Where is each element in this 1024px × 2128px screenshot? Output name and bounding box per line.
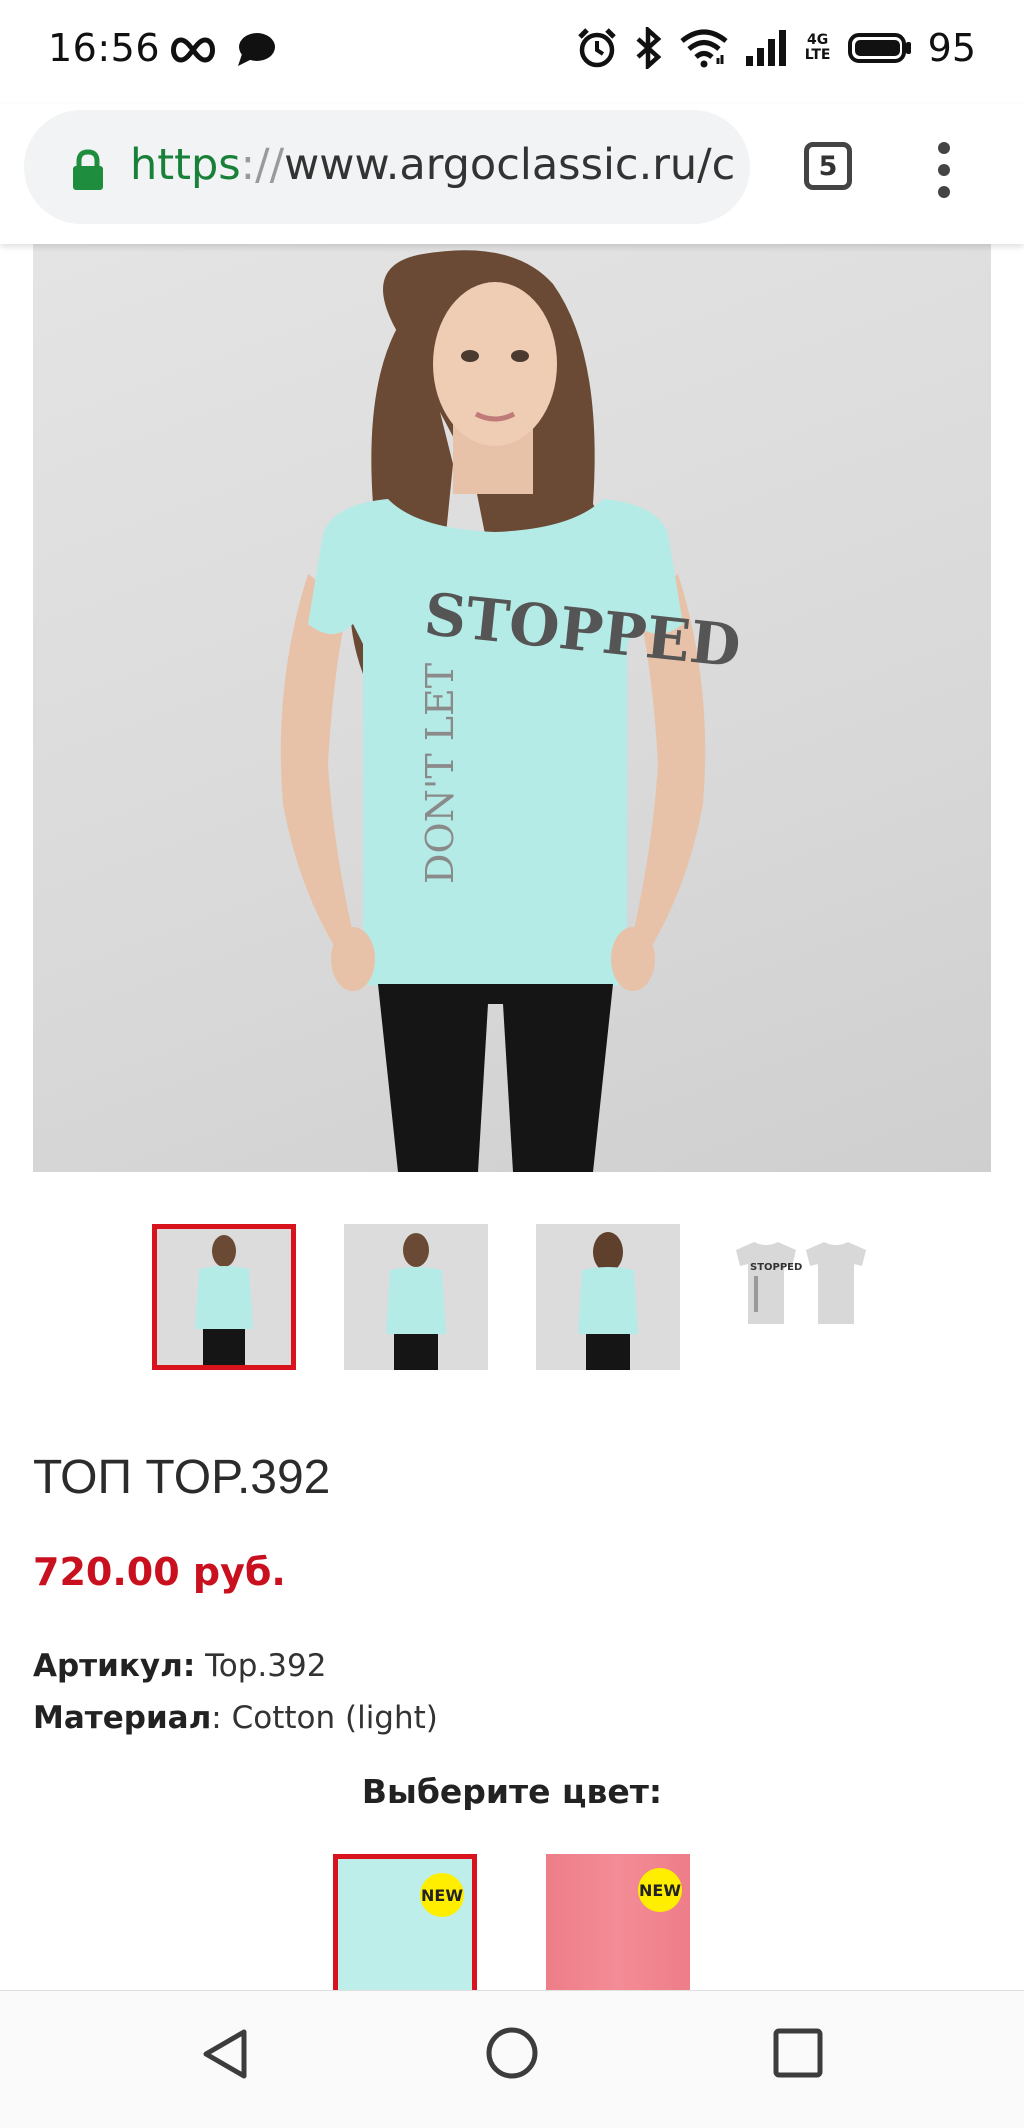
color-swatch-pink[interactable]: NEW — [546, 1854, 690, 1990]
material-row: Материал: Cotton (light) — [33, 1700, 438, 1736]
back-triangle-icon[interactable] — [200, 2027, 252, 2081]
lock-icon — [73, 149, 103, 190]
tab-switcher-button[interactable]: 5 — [800, 138, 854, 192]
product-title: ТОП TOP.392 — [33, 1451, 331, 1504]
infinity-icon — [171, 37, 215, 63]
thumbnail-photo — [157, 1229, 291, 1365]
thumbnail-flatlay: STOPPED — [736, 1242, 866, 1324]
signal-icon — [745, 30, 786, 66]
thumbnail-print: STOPPED — [750, 1262, 802, 1273]
battery-percentage: 95 — [927, 26, 976, 70]
new-badge: NEW — [638, 1868, 682, 1912]
menu-dot-icon — [938, 142, 950, 154]
url-separator: :// — [240, 140, 285, 190]
shirt-print-side: DON'T LET — [418, 663, 462, 884]
status-bar: 16:56 4G LTE 95 — [0, 0, 1024, 104]
color-swatch-mint[interactable]: NEW — [333, 1854, 477, 1990]
url-host: www.argoclassic.ru/c — [284, 140, 736, 190]
thumbnail-2[interactable] — [344, 1224, 488, 1370]
address-bar[interactable]: https://www.argoclassic.ru/c — [24, 110, 750, 224]
thumbnail-1[interactable] — [152, 1224, 296, 1370]
thumbnail-strip: STOPPED — [0, 1224, 1024, 1372]
thumbnail-4[interactable]: STOPPED — [728, 1224, 872, 1370]
chat-bubble-icon — [238, 33, 275, 66]
material-value: : Cotton (light) — [211, 1700, 438, 1736]
clock: 16:56 — [48, 26, 161, 70]
new-badge: NEW — [420, 1873, 464, 1917]
menu-dot-icon — [938, 186, 950, 198]
product-price: 720.00 руб. — [33, 1550, 286, 1594]
recents-square-icon[interactable] — [772, 2027, 824, 2079]
url-scheme: https — [130, 140, 241, 190]
thumbnail-photo — [536, 1224, 680, 1370]
thumbnail-photo — [344, 1224, 488, 1370]
bluetooth-icon — [636, 27, 662, 69]
product-main-image[interactable]: STOPPED DON'T LET — [33, 244, 991, 1172]
wifi-icon — [680, 29, 728, 68]
color-picker-heading: Выберите цвет: — [361, 1772, 663, 1811]
material-label: Материал — [33, 1700, 212, 1736]
browser-menu-button[interactable] — [922, 142, 966, 198]
home-circle-icon[interactable] — [484, 2025, 540, 2081]
article-label: Артикул: — [33, 1648, 196, 1684]
thumbnail-3[interactable] — [536, 1224, 680, 1370]
article-value: Top.392 — [205, 1648, 327, 1684]
article-row: Артикул: Top.392 — [33, 1648, 326, 1684]
network-type: 4G LTE — [804, 32, 831, 63]
model-photo: STOPPED DON'T LET — [280, 250, 744, 1172]
tab-count: 5 — [818, 150, 838, 182]
url-text[interactable]: https://www.argoclassic.ru/c — [130, 140, 740, 190]
menu-dot-icon — [938, 164, 950, 176]
system-navigation-bar — [0, 1990, 1024, 2128]
browser-toolbar: https://www.argoclassic.ru/c 5 — [0, 104, 1024, 244]
alarm-icon — [577, 28, 616, 68]
battery-icon — [847, 33, 911, 63]
